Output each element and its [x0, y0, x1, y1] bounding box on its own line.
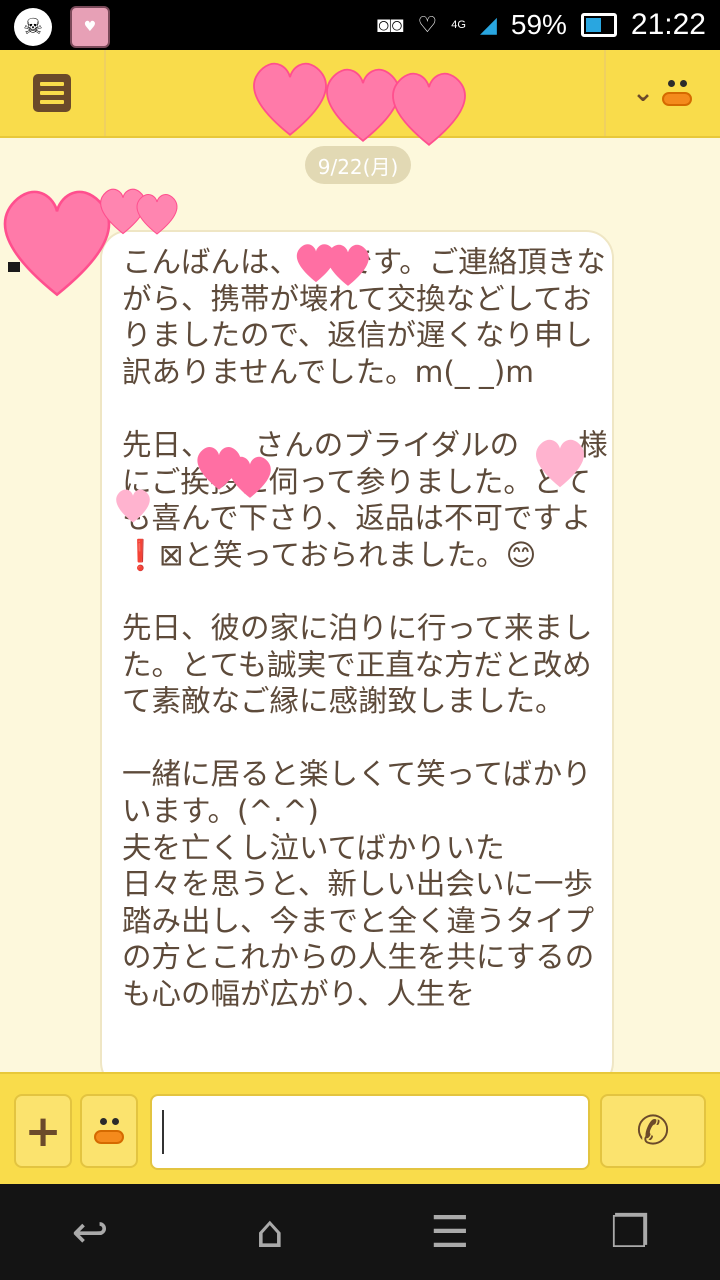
phone-icon: ✆ — [636, 1108, 670, 1154]
message-input[interactable] — [150, 1094, 590, 1170]
menu-button[interactable] — [0, 50, 106, 136]
message-text: こんばんは、 です。ご連絡頂きながら、携帯が壊れて交換などしておりましたので、返… — [122, 245, 608, 1011]
emoticon-button[interactable] — [80, 1094, 138, 1168]
menu-list-icon — [33, 74, 71, 112]
signal-icon: ◢ — [479, 12, 497, 37]
heart-status-icon: ♡ — [417, 12, 438, 37]
menu-icon[interactable]: ☰ — [420, 1202, 480, 1262]
system-nav-bar: ↩ ⌂ ☰ ❐ — [0, 1184, 720, 1280]
text-caret — [162, 1110, 164, 1154]
battery-fill — [585, 18, 601, 32]
call-button[interactable]: ✆ — [600, 1094, 706, 1168]
input-bar: + ✆ — [0, 1072, 720, 1184]
date-divider: 9/22(月) — [305, 146, 411, 184]
bubble-tail — [8, 262, 20, 272]
message-bubble[interactable]: こんばんは、 です。ご連絡頂きながら、携帯が壊れて交換などしておりましたので、返… — [100, 230, 614, 1090]
chat-header: ⌄ — [0, 50, 720, 138]
skull-notification-icon: ☠ — [14, 8, 52, 46]
book-notification-icon: ♥ — [70, 6, 110, 48]
status-bar: ☠ ♥ ◙◙ ♡ 4G ◢ 59% 21:22 — [0, 0, 720, 50]
clock: 21:22 — [630, 8, 706, 41]
recent-apps-icon[interactable]: ❐ — [600, 1202, 660, 1262]
add-attachment-button[interactable]: + — [14, 1094, 72, 1168]
battery-icon — [580, 13, 617, 37]
battery-percent: 59% — [510, 9, 567, 40]
chevron-down-icon: ⌄ — [632, 78, 654, 108]
home-icon[interactable]: ⌂ — [240, 1202, 300, 1262]
emoticon-duck-icon — [92, 1114, 126, 1148]
friend-duck-icon — [660, 76, 694, 110]
back-icon[interactable]: ↩ — [60, 1202, 120, 1262]
friend-menu-button[interactable]: ⌄ — [604, 50, 720, 136]
voicemail-icon: ◙◙ — [376, 12, 404, 37]
network-type: 4G — [451, 19, 466, 31]
